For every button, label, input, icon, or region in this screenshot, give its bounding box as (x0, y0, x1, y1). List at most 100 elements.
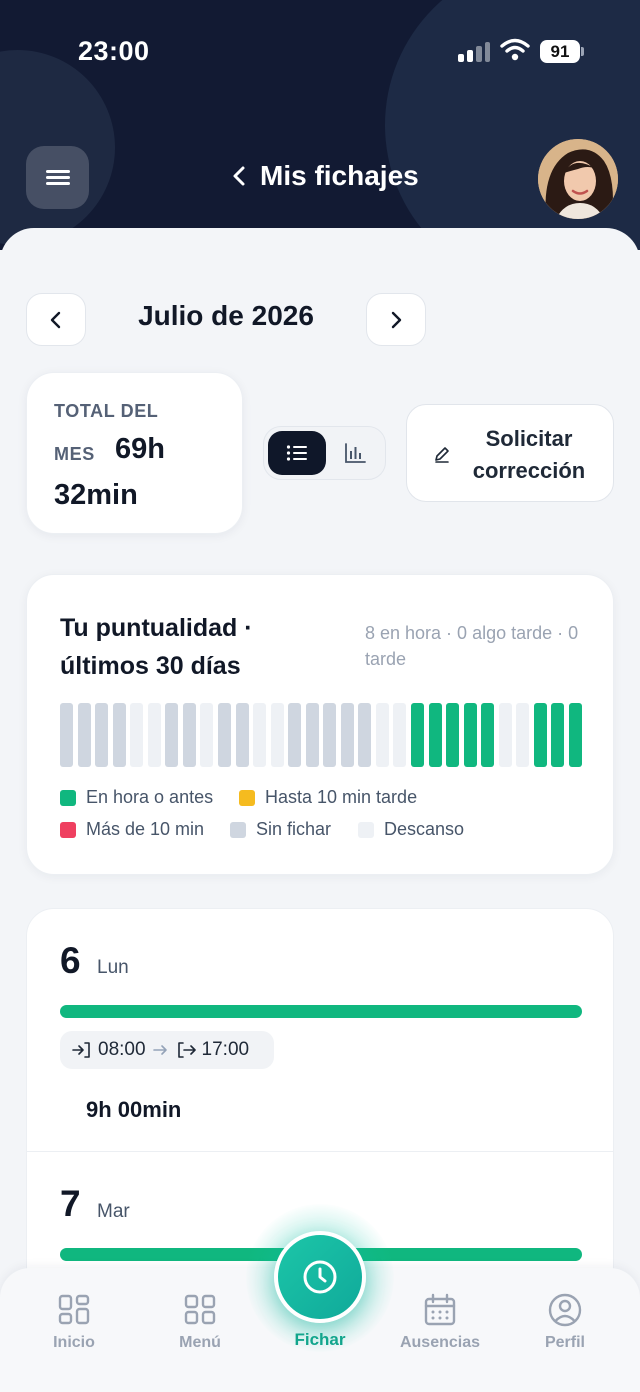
legend-late: Más de 10 min (60, 819, 204, 840)
punctuality-day-bar (130, 703, 144, 767)
clock-in-time: 08:00 (98, 1039, 146, 1060)
punctuality-day-bar (182, 703, 196, 767)
punctuality-bars (60, 703, 585, 767)
list-view-button[interactable] (268, 431, 326, 475)
punctuality-day-bar (375, 703, 389, 767)
arrow-right-icon (152, 1045, 167, 1055)
hamburger-icon (45, 167, 70, 188)
punctuality-day-bar (270, 703, 284, 767)
wifi-icon (500, 38, 530, 61)
punctuality-summary: 8 en hora · 0 algo tarde · 0 tarde (365, 623, 579, 669)
day-number: 6 (60, 940, 81, 981)
status-time: 23:00 (78, 36, 150, 66)
day-weekday: Lun (97, 957, 129, 978)
punctuality-day-bar (323, 703, 337, 767)
dashboard-icon (58, 1294, 90, 1325)
clock-out-time: 17:00 (201, 1039, 250, 1060)
total-label-line2: MES (54, 444, 95, 464)
nav-profile[interactable]: Perfil (515, 1292, 615, 1352)
pencil-icon (435, 447, 449, 463)
punctuality-day-bar (463, 703, 477, 767)
punctuality-day-bar (411, 703, 424, 767)
punctuality-day-bar (533, 703, 547, 767)
monthly-total-card: TOTAL DEL MES 69h 32min (26, 372, 243, 534)
nav-absences[interactable]: Ausencias (390, 1292, 490, 1352)
legend-on-time: En hora o antes (60, 787, 213, 808)
page-header: Mis fichajes (228, 160, 419, 192)
battery-icon: 91 (540, 40, 584, 63)
legend-swatch (230, 821, 246, 838)
day-weekday: Mar (97, 1201, 130, 1222)
punctuality-day-bar (200, 703, 214, 767)
clock-out-icon (177, 1042, 196, 1058)
chevron-left-icon (50, 311, 61, 328)
divider (27, 1151, 613, 1152)
signal-icon (458, 42, 490, 62)
punctuality-day-bar (253, 703, 267, 767)
nav-clock-label: Fichar (294, 1330, 346, 1349)
punctuality-day-bar (498, 703, 512, 767)
nav-menu-label: Menú (179, 1334, 221, 1351)
legend-swatch (60, 789, 76, 806)
page-title: Mis fichajes (260, 160, 419, 191)
punctuality-day-bar (305, 703, 319, 767)
list-icon (286, 445, 307, 461)
punctuality-day-bar (217, 703, 231, 767)
punctuality-day-bar (235, 703, 249, 767)
request-correction-button[interactable]: Solicitar corrección (406, 404, 614, 502)
calendar-icon (424, 1293, 456, 1326)
time-range: 08:00 17:00 (60, 1031, 274, 1069)
legend-swatch (239, 789, 255, 806)
previous-month-button[interactable] (26, 293, 86, 346)
back-chevron-icon[interactable] (228, 161, 250, 191)
clock-in-button[interactable] (274, 1231, 366, 1323)
punctuality-day-bar (95, 703, 109, 767)
nav-home[interactable]: Inicio (24, 1292, 124, 1352)
legend-rest: Descanso (358, 819, 464, 840)
bar-chart-icon (345, 443, 366, 463)
punctuality-day-bar (393, 703, 407, 767)
request-correction-label: Solicitar corrección (472, 426, 586, 483)
legend-label: Hasta 10 min tarde (265, 787, 418, 807)
view-toggle (263, 426, 386, 480)
punctuality-day-bar (516, 703, 530, 767)
grid-icon (184, 1294, 216, 1325)
month-label: Julio de 2026 (138, 300, 314, 331)
punctuality-day-bar (551, 703, 565, 767)
punctuality-day-bar (446, 703, 460, 767)
total-label-line1: TOTAL DEL (54, 401, 159, 421)
nav-menu[interactable]: Menú (150, 1292, 250, 1352)
nav-home-label: Inicio (53, 1334, 95, 1351)
legend-label: En hora o antes (86, 787, 214, 807)
punctuality-day-bar (358, 703, 372, 767)
punctuality-day-bar (60, 703, 73, 767)
legend-swatch (60, 821, 76, 838)
menu-button[interactable] (26, 146, 89, 209)
chart-view-button[interactable] (327, 431, 383, 475)
avatar-photo (538, 139, 618, 219)
day-progress-bar (60, 1005, 582, 1018)
total-hours: 69h (115, 433, 165, 465)
legend-slightly-late: Hasta 10 min tarde (239, 787, 417, 808)
legend-label: Más de 10 min (86, 819, 205, 839)
chevron-right-icon (391, 311, 402, 328)
clock-icon (303, 1260, 337, 1294)
punctuality-day-bar (77, 703, 91, 767)
next-month-button[interactable] (366, 293, 426, 346)
punctuality-day-bar (428, 703, 442, 767)
punctuality-day-bar (112, 703, 126, 767)
total-minutes: 32min (54, 479, 138, 511)
punctuality-card: Tu puntualidad · últimos 30 días 8 en ho… (26, 574, 614, 875)
punctuality-day-bar (340, 703, 354, 767)
punctuality-day-bar (568, 703, 582, 767)
day-number: 7 (60, 1183, 81, 1224)
punctuality-day-bar (165, 703, 179, 767)
punctuality-day-bar (147, 703, 161, 767)
avatar[interactable] (538, 139, 618, 219)
punctuality-day-bar (288, 703, 302, 767)
user-circle-icon (548, 1293, 582, 1327)
clock-in-icon (72, 1042, 90, 1058)
legend-no-clock: Sin fichar (230, 819, 331, 840)
legend-swatch (358, 821, 374, 838)
day-total: 9h 00min (86, 1097, 182, 1122)
